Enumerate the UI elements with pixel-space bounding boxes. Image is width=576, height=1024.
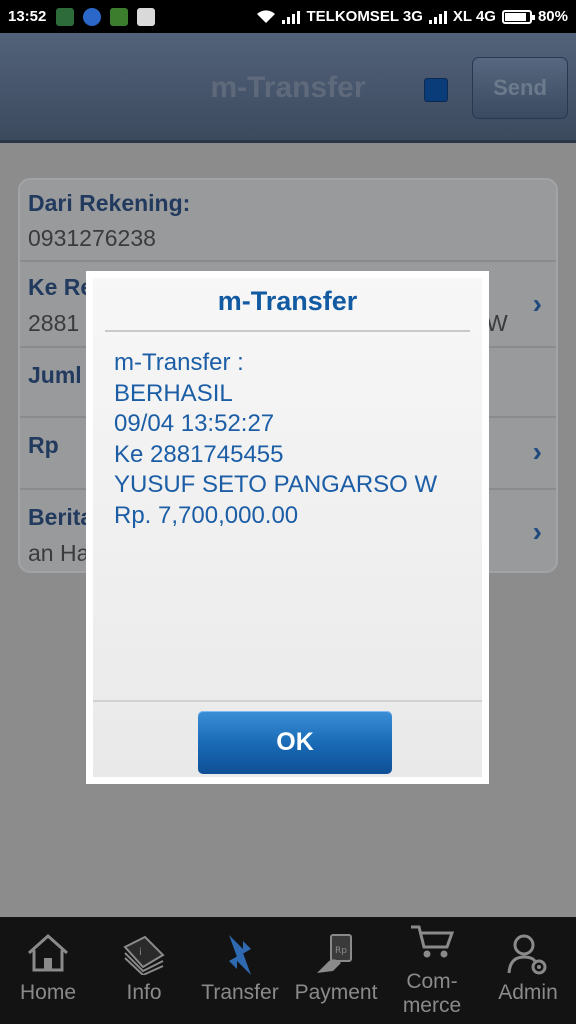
currency-label: Rp: [28, 432, 59, 458]
message-line: BERHASIL: [114, 379, 233, 407]
message-line: m-Transfer :: [114, 349, 244, 376]
bottom-nav: Home i Info Transfer Rp Payment Com- mer…: [0, 917, 576, 1024]
chevron-right-icon: ›: [532, 516, 542, 547]
nav-item-admin[interactable]: Admin: [480, 917, 576, 1024]
nav-label: Info: [126, 981, 162, 1004]
nav-item-commerce[interactable]: Com- merce: [384, 917, 480, 1024]
chevron-right-icon: ›: [532, 436, 542, 467]
signal-icon: [282, 10, 301, 24]
nav-label: Home: [19, 981, 77, 1004]
message-line: Rp. 7,700,000.00: [114, 501, 299, 529]
to-account-value: 2881: [28, 310, 80, 336]
nav-label: Payment: [294, 981, 378, 1004]
status-bar: 13:52 TELKOMSEL 3G XL 4G 80%: [0, 0, 576, 33]
app-header: m-Transfer Send: [0, 33, 576, 143]
nav-item-home[interactable]: Home: [0, 917, 96, 1024]
home-icon: [27, 933, 69, 972]
payment-icon: Rp: [317, 934, 352, 973]
from-account-label: Dari Rekening:: [28, 190, 191, 216]
divider: [93, 700, 482, 702]
nav-label-line: merce: [402, 994, 462, 1017]
transfer-icon: [229, 935, 251, 975]
from-account-value: 0931276238: [28, 225, 156, 251]
signal-icon: [428, 10, 447, 24]
divider: [105, 330, 470, 332]
carrier-1: TELKOMSEL 3G: [306, 8, 423, 25]
from-account-row: Dari Rekening: 0931276238: [20, 180, 556, 262]
nav-item-info[interactable]: i Info: [96, 917, 192, 1024]
wifi-icon: [257, 10, 276, 23]
message-line: YUSUF SETO PANGARSO W: [114, 471, 438, 499]
message-line: Ke 2881745455: [114, 440, 284, 468]
notification-icon: [56, 7, 75, 26]
nav-item-payment[interactable]: Rp Payment: [288, 917, 384, 1024]
nav-item-transfer[interactable]: Transfer: [192, 917, 288, 1024]
svg-text:i: i: [139, 947, 142, 958]
nav-label: Admin: [498, 981, 558, 1004]
message-line: 09/04 13:52:27: [114, 410, 275, 438]
to-account-name-tail: W: [486, 310, 508, 336]
message-label: Berita: [28, 504, 94, 530]
cart-icon: [411, 925, 455, 958]
dialog-title: m-Transfer: [217, 286, 358, 316]
nav-label: Com- merce: [384, 970, 480, 1018]
nav-label-line: Com-: [406, 970, 458, 993]
send-button[interactable]: Send: [472, 57, 568, 119]
app-icon: [110, 7, 129, 26]
ok-button[interactable]: OK: [198, 711, 392, 774]
svg-text:Rp: Rp: [335, 946, 347, 956]
to-account-label: Ke Re: [28, 274, 94, 300]
chevron-right-icon: ›: [532, 288, 542, 319]
dialog-body: m-Transfer m-Transfer : BERHASIL 09/04 1…: [93, 278, 482, 777]
result-dialog: m-Transfer m-Transfer : BERHASIL 09/04 1…: [86, 271, 489, 784]
maps-icon: [137, 7, 156, 26]
battery-icon: [501, 9, 535, 24]
nav-label: Transfer: [201, 981, 279, 1004]
amount-label: Juml: [28, 362, 82, 388]
carrier-2: XL 4G: [452, 8, 496, 25]
info-icon: i: [123, 935, 165, 975]
battery-level: 80%: [537, 8, 568, 25]
message-value: an Ha: [28, 540, 90, 566]
admin-icon: [507, 934, 547, 975]
dialog-message: m-Transfer : BERHASIL 09/04 13:52:27 Ke …: [114, 348, 437, 532]
browser-icon: [83, 7, 102, 26]
status-time: 13:52: [8, 8, 47, 25]
checkbox[interactable]: [424, 78, 448, 102]
